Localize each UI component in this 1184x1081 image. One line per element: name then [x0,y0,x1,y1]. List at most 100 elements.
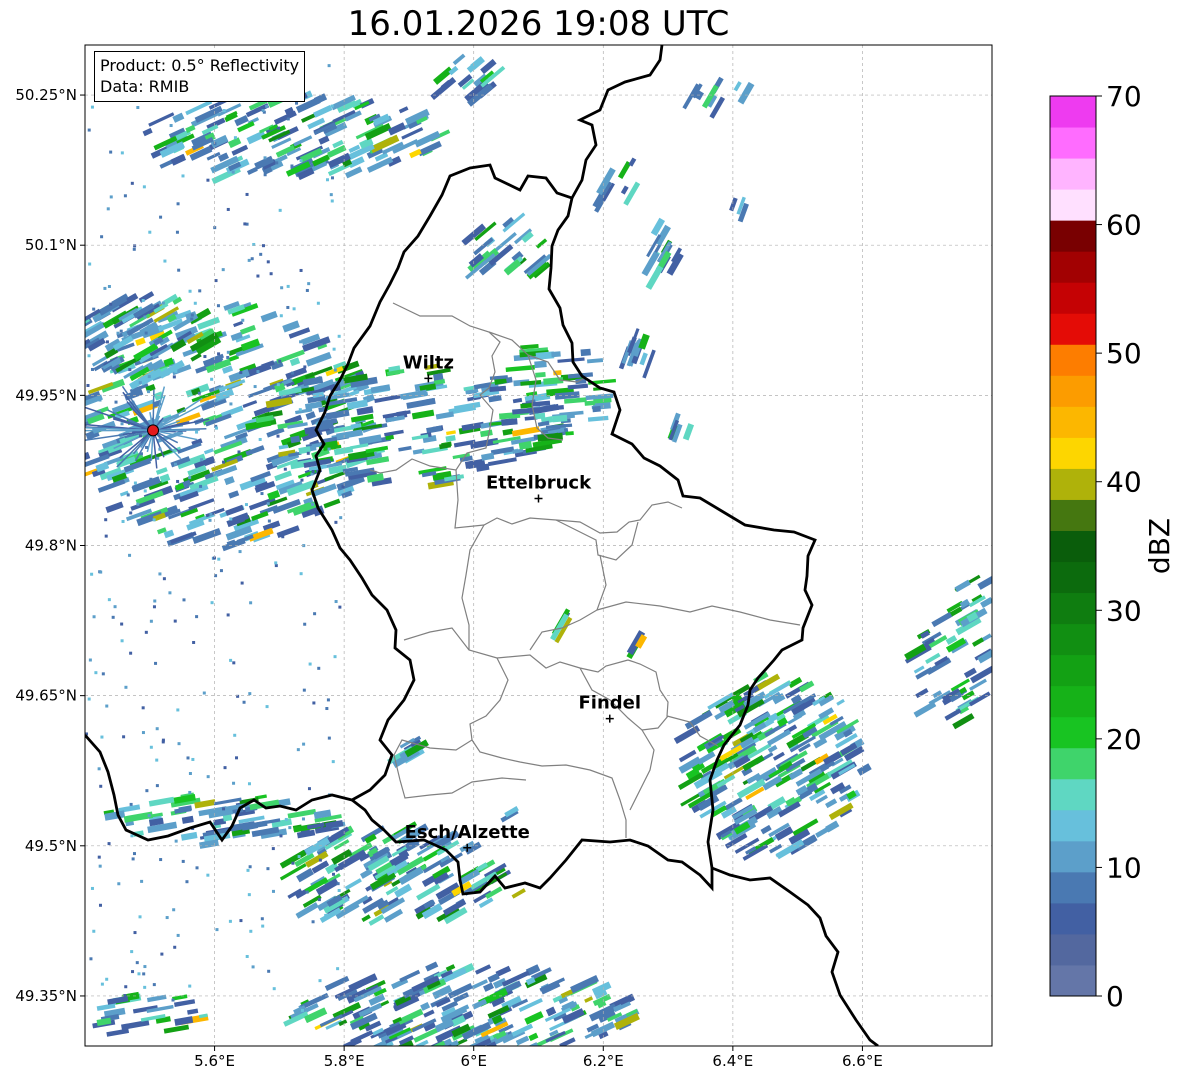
speckle [107,284,111,288]
speckle [98,398,102,402]
speckle [92,929,96,933]
speckle [307,282,311,286]
echo-cell [185,124,196,133]
speckle [242,700,246,704]
echo-cell [173,999,196,1007]
speckle [286,284,290,288]
y-tick-label: 49.5°N [25,837,77,855]
echo-cell [772,751,785,761]
speckle [288,826,292,830]
speckle [152,518,156,522]
speckle [165,916,169,920]
speckle [195,430,199,434]
canton-border [403,627,629,673]
speckle [232,781,236,785]
speckle [98,864,102,868]
speckle [233,136,237,140]
speckle [337,888,341,892]
speckle [113,605,117,609]
echo-cell [425,961,439,972]
speckle [249,929,253,933]
radar-site-marker [147,424,160,437]
colorbar-segment [1050,468,1096,500]
speckle [142,185,146,189]
speckle [136,502,140,506]
speckle [239,371,243,375]
speckle [248,692,252,696]
speckle [143,489,147,493]
speckle [143,315,147,319]
echo-cell [505,365,535,372]
colorbar-segment [1050,96,1096,128]
speckle [182,598,186,602]
speckle [130,950,134,954]
speckle [181,859,185,863]
speckle [240,581,244,585]
speckle [248,865,252,869]
echo-cell [293,135,313,147]
speckle [87,697,91,701]
echo-cell [959,598,970,609]
speckle [228,919,232,923]
echo-cell [266,427,285,438]
colorbar-segment [1050,809,1096,842]
speckle [325,707,329,711]
speckle [324,913,328,917]
speckle [124,985,128,989]
echo-cell [528,1032,539,1042]
echo-cell [399,969,421,983]
speckle [172,908,176,912]
colorbar-segment [1050,964,1096,997]
colorbar-segment [1050,499,1096,531]
echo-cell [177,441,202,454]
colorbar-segment [1050,406,1096,438]
echo-cell [520,402,533,409]
speckle [88,658,92,662]
speckle [256,370,260,374]
echo-cell [760,824,772,835]
echo-cell [242,400,258,408]
speckle [336,882,340,886]
speckle [133,481,137,485]
echo-cell [972,637,984,647]
speckle [266,260,270,264]
speckle [274,564,278,568]
echo-cell [475,964,492,975]
echo-cell [682,423,695,441]
colorbar-segment [1050,933,1096,966]
speckle [139,452,143,456]
speckle [138,381,142,385]
speckle [133,931,137,935]
luxembourg-border [310,163,817,896]
speckle [244,503,248,507]
speckle [311,502,315,506]
echo-cell [361,1040,388,1046]
echo-cell [552,414,568,423]
speckle [155,758,159,762]
speckle [129,511,133,515]
echo-cell [584,400,595,406]
speckle [300,1008,304,1012]
y-tick-label: 49.8°N [25,537,77,555]
speckle [298,408,302,412]
speckle [94,671,98,675]
colorbar-segment [1050,313,1096,345]
speckle [329,193,333,197]
speckle [253,385,257,389]
echo-cell [398,445,412,452]
speckle [232,661,236,665]
speckle [123,994,127,998]
colorbar-segment [1050,623,1096,656]
echo-cell [439,442,452,450]
x-tick-label: 6.6°E [842,1052,883,1070]
speckle [124,685,128,689]
colorbar-tick-label: 60 [1106,209,1142,242]
echo-cell [435,1048,455,1060]
speckle [251,965,255,969]
speckle [131,970,135,974]
speckle [142,972,146,976]
speckle [338,605,342,609]
speckle [238,550,242,554]
speckle [231,170,235,174]
colorbar-segment [1050,778,1096,811]
